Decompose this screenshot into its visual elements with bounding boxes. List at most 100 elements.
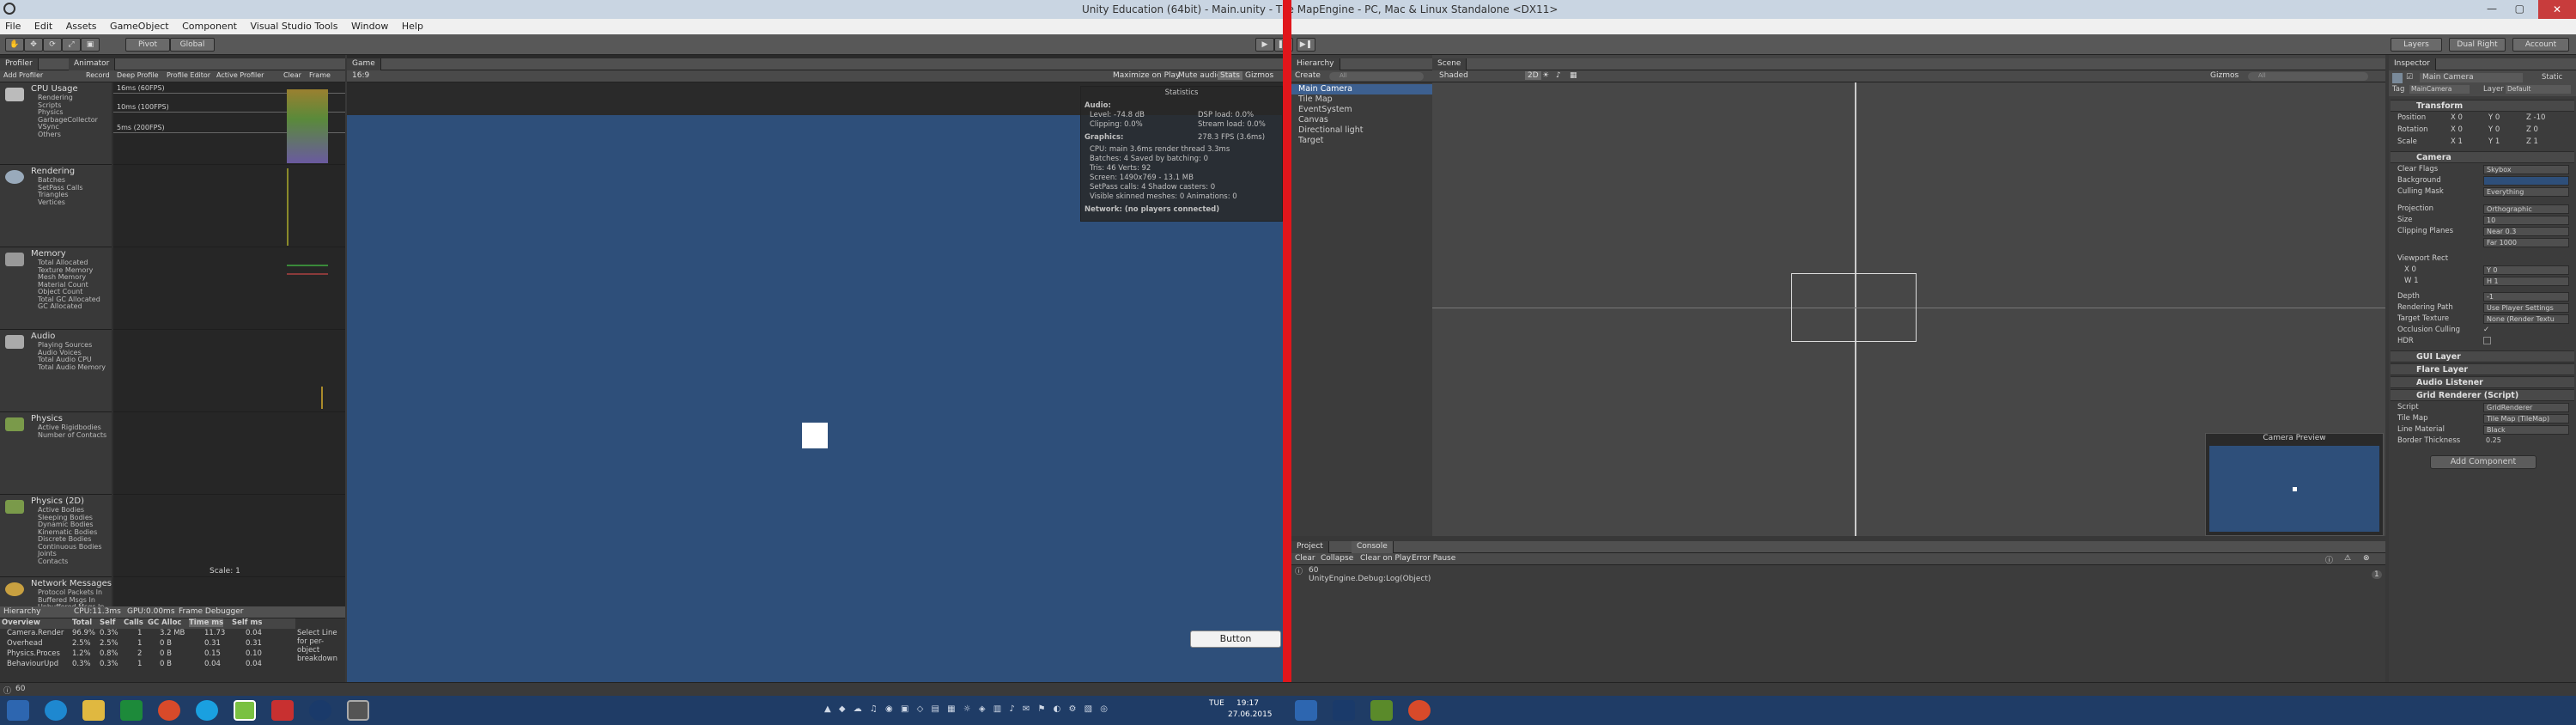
ui-button[interactable]: Button (1190, 631, 1281, 648)
vec-field[interactable]: Y 0 (2488, 125, 2500, 134)
close-button[interactable]: ✕ (2538, 0, 2576, 19)
prop-value[interactable]: -1 (2483, 292, 2569, 302)
vec-field[interactable]: Y 1 (2488, 137, 2500, 146)
error-filter-icon[interactable]: ⊗ (2363, 554, 2370, 563)
tab-profiler[interactable]: Profiler (0, 58, 39, 70)
file-explorer-icon[interactable] (82, 700, 105, 721)
active-checkbox[interactable]: ☑ (2406, 73, 2413, 82)
hierarchy-item-eventsystem[interactable]: EventSystem (1291, 105, 1432, 115)
vec-field[interactable]: X 1 (2451, 137, 2463, 146)
profiler-memory-section[interactable]: Memory Total Allocated Texture Memory Me… (0, 247, 112, 330)
scene-gizmos-dropdown[interactable]: Gizmos (2210, 71, 2239, 80)
menu-edit[interactable]: Edit (29, 19, 58, 34)
spreadsheet-app-icon[interactable] (120, 700, 143, 721)
prop-value[interactable]: Far 1000 (2483, 238, 2569, 247)
profiler-cpu-section[interactable]: CPU Usage Rendering Scripts Physics Garb… (0, 82, 112, 165)
profiler-rendering-section[interactable]: Rendering Batches SetPass Calls Triangle… (0, 165, 112, 247)
menu-gameobject[interactable]: GameObject (105, 19, 174, 34)
tab-game[interactable]: Game (347, 58, 381, 70)
profiler-physics2d-section[interactable]: Physics (2D) Active Bodies Sleeping Bodi… (0, 495, 112, 577)
create-dropdown[interactable]: Create (1295, 71, 1321, 80)
tab-inspector[interactable]: Inspector (2389, 58, 2436, 70)
audio-toggle-icon[interactable]: ♪ (1556, 71, 1561, 80)
scene-viewport[interactable]: Camera Preview (1432, 82, 2385, 536)
scale-tool-icon[interactable]: ⤢ (62, 38, 81, 52)
scene-search[interactable]: All (2248, 72, 2368, 81)
record-button[interactable]: Record (86, 71, 110, 79)
flare-layer-header[interactable]: Flare Layer (2391, 363, 2574, 375)
menu-component[interactable]: Component (177, 19, 242, 34)
background-color-swatch[interactable] (2483, 176, 2569, 186)
layer-dropdown[interactable]: Default (2506, 85, 2571, 94)
error-pause-toggle[interactable]: Error Pause (1412, 554, 1455, 563)
system-tray-icons[interactable]: ▲ ◆ ☁ ♫ ◉ ▣ ◇ ▤ ▦ ☼ ◈ ▥ ♪ ✉ ⚑ ◐ ⚙ ▧ ◎ (824, 704, 1110, 714)
skype-icon[interactable] (196, 700, 218, 721)
prop-checkbox[interactable]: ✓ (2483, 326, 2489, 334)
table-row[interactable]: Camera.Render 96.9% 0.3% 1 3.2 MB 11.73 0.04 (0, 629, 295, 639)
vec-field[interactable]: Y 0 (2488, 113, 2500, 122)
static-checkbox[interactable]: Static (2542, 73, 2562, 82)
hdr-checkbox[interactable] (2483, 337, 2491, 344)
grid-renderer-header[interactable]: Grid Renderer (Script) (2391, 389, 2574, 401)
hierarchy-search[interactable]: All (1329, 72, 1424, 81)
tab-hierarchy[interactable]: Hierarchy (1291, 58, 1340, 70)
vec-field[interactable]: X 0 (2451, 125, 2463, 134)
hierarchy-item-directional-light[interactable]: Directional light (1291, 125, 1432, 136)
chrome-icon[interactable] (158, 700, 180, 721)
table-row[interactable]: Overhead 2.5% 2.5% 1 0 B 0.31 0.31 (0, 639, 295, 649)
menu-visual-studio-tools[interactable]: Visual Studio Tools (246, 19, 343, 34)
clear-button[interactable]: Clear (283, 71, 301, 79)
account-dropdown[interactable]: Account (2512, 38, 2569, 52)
spotify-icon[interactable] (234, 700, 256, 721)
minimize-button[interactable]: — (2487, 3, 2497, 15)
console-clear-button[interactable]: Clear (1295, 554, 1315, 563)
stats-toggle[interactable]: Stats (1218, 71, 1242, 80)
tab-scene[interactable]: Scene (1432, 58, 1467, 70)
gizmos-dropdown[interactable]: Gizmos (1245, 71, 1273, 80)
prop-label[interactable]: W 1 (2397, 277, 2419, 285)
hierarchy-item-main-camera[interactable]: Main Camera (1291, 84, 1432, 94)
aspect-dropdown[interactable]: 16:9 (352, 71, 369, 80)
prop-value[interactable]: None (Render Textu (2483, 314, 2569, 324)
collapse-toggle[interactable]: Collapse (1321, 554, 1353, 563)
global-toggle[interactable]: Global (170, 38, 215, 52)
warning-filter-icon[interactable]: ⚠ (2344, 554, 2351, 563)
prop-value[interactable]: Everything (2483, 187, 2569, 197)
prop-value[interactable]: 10 (2483, 216, 2569, 225)
active-profiler-button[interactable]: Active Profiler (216, 71, 264, 79)
info-filter-icon[interactable]: ⓘ (2325, 554, 2333, 565)
profiler-physics-section[interactable]: Physics Active Rigidbodies Number of Con… (0, 412, 112, 495)
rect-tool-icon[interactable]: ▣ (81, 38, 100, 52)
status-message[interactable]: 60 (15, 685, 25, 693)
tag-dropdown[interactable]: MainCamera (2409, 85, 2470, 94)
prop-value[interactable]: Near 0.3 (2483, 227, 2569, 236)
view-dropdown[interactable]: Hierarchy (3, 607, 41, 616)
add-profiler-button[interactable]: Add Profiler (3, 71, 43, 79)
profile-editor-button[interactable]: Profile Editor (167, 71, 210, 79)
prop-label[interactable]: X 0 (2397, 265, 2416, 274)
rendering-graph[interactable] (113, 165, 345, 247)
prop-value[interactable]: Y 0 (2483, 265, 2569, 275)
shading-dropdown[interactable]: Shaded (1439, 71, 1468, 80)
table-row[interactable]: BehaviourUpd 0.3% 0.3% 1 0 B 0.04 0.04 (0, 660, 295, 670)
nvidia-icon[interactable] (1370, 700, 1393, 721)
layout-dropdown[interactable]: Dual Right (2449, 38, 2506, 52)
2d-toggle[interactable]: 2D (1525, 71, 1541, 80)
camera-header[interactable]: Camera (2391, 151, 2574, 163)
menu-window[interactable]: Window (346, 19, 393, 34)
audio-graph[interactable] (113, 330, 345, 412)
maximize-button[interactable]: ▢ (2515, 3, 2524, 15)
menu-assets[interactable]: Assets (61, 19, 102, 34)
prop-value[interactable]: H 1 (2483, 277, 2569, 286)
console-log-entry[interactable]: ⓘ 60 UnityEngine.Debug:Log(Object) 1 (1291, 565, 2385, 584)
rotate-tool-icon[interactable]: ⟳ (43, 38, 62, 52)
frame-debugger-button[interactable]: Frame Debugger (179, 607, 243, 616)
object-name-field[interactable]: Main Camera (2420, 73, 2523, 82)
step-button-icon[interactable]: ▶❚ (1297, 38, 1315, 52)
hierarchy-item-tile-map[interactable]: Tile Map (1291, 94, 1432, 105)
lighting-toggle-icon[interactable]: ☀ (1542, 71, 1549, 80)
prop-value[interactable]: 0.25 (2483, 436, 2569, 446)
mute-audio-toggle[interactable]: Mute audio (1178, 71, 1221, 80)
cpu-graph[interactable]: 16ms (60FPS) 10ms (100FPS) 5ms (200FPS) (113, 82, 345, 165)
media-app-icon[interactable] (271, 700, 294, 721)
